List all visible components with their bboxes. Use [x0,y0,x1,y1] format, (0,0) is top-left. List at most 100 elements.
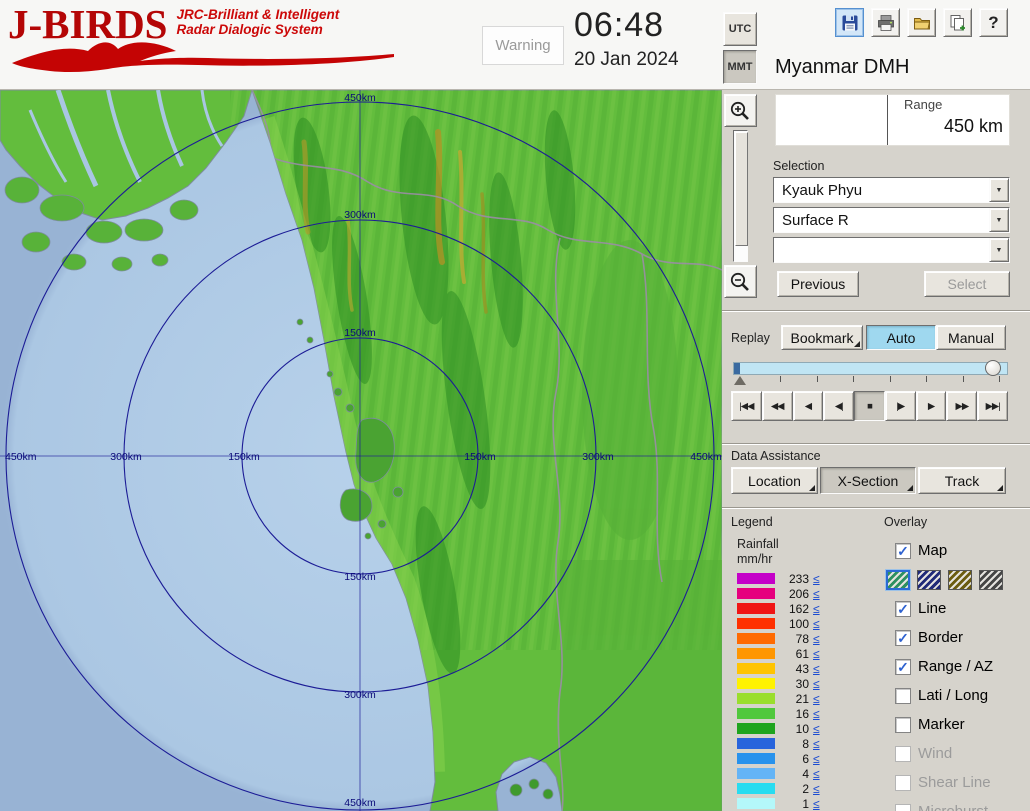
replay-timeline-slider[interactable] [733,362,1008,375]
legend-color-swatch [737,633,775,644]
map-style-swatch-0[interactable] [886,570,910,590]
svg-text:150km: 150km [228,451,260,463]
legend-leq-link[interactable]: ≤ [813,707,820,721]
svg-text:450km: 450km [344,797,376,809]
legend-leq-link[interactable]: ≤ [813,632,820,646]
transport-stop-button[interactable]: ■ [854,391,885,421]
transport-first-button[interactable]: |◀◀ [731,391,762,421]
replay-start-marker[interactable] [734,376,746,385]
track-button[interactable]: Track [918,467,1006,494]
location-button[interactable]: Location [731,467,818,494]
auto-button[interactable]: Auto [866,325,936,350]
zoom-out-button[interactable] [724,265,757,298]
range-az-checkbox[interactable]: ✓ [895,659,911,675]
warning-button[interactable]: Warning [482,26,564,65]
transport-step-back-button[interactable]: ◀| [823,391,854,421]
legend-leq-link[interactable]: ≤ [813,677,820,691]
line-checkbox[interactable]: ✓ [895,601,911,617]
legend-leq-link[interactable]: ≤ [813,767,820,781]
mmt-button[interactable]: MMT [723,50,757,84]
overlay-item-shear-line[interactable]: Shear Line [884,768,1030,797]
legend-color-swatch [737,663,775,674]
product-dropdown-button[interactable]: ▼ [989,208,1009,232]
legend-leq-link[interactable]: ≤ [813,692,820,706]
wind-checkbox[interactable] [895,746,911,762]
marker-checkbox[interactable] [895,717,911,733]
transport-fast-forward-button[interactable]: ▶▶ [946,391,977,421]
data-assistance-section: Data Assistance LocationX-SectionTrack [722,445,1030,507]
timeline-tick [890,376,891,382]
overlay-item-lati-long[interactable]: Lati / Long [884,681,1030,710]
select-button[interactable]: Select [924,271,1010,297]
save-button[interactable] [835,8,864,37]
map-style-swatch-1[interactable] [917,570,941,590]
option-dropdown-button[interactable]: ▼ [989,238,1009,262]
bookmark-button[interactable]: Bookmark [781,325,863,350]
legend-leq-link[interactable]: ≤ [813,647,820,661]
overlay-item-border[interactable]: ✓ Border [884,623,1030,652]
overlay-item-marker[interactable]: Marker [884,710,1030,739]
print-button[interactable] [871,8,900,37]
transport-step-forward-button[interactable]: |▶ [885,391,916,421]
replay-slider-thumb[interactable] [985,360,1001,376]
product-dropdown[interactable]: Surface R ▼ [773,207,1010,233]
map-checkbox[interactable]: ✓ [895,543,911,559]
shear-line-checkbox[interactable] [895,775,911,791]
legend-leq-link[interactable]: ≤ [813,752,820,766]
overlay-item-line[interactable]: ✓Line [884,594,1030,623]
overlay-label: Wind [918,745,952,762]
data-assistance-buttons: LocationX-SectionTrack [731,467,1008,494]
legend-leq-link[interactable]: ≤ [813,617,820,631]
previous-button[interactable]: Previous [777,271,859,297]
legend-leq-link[interactable]: ≤ [813,662,820,676]
jbirds-logo: J-BIRDS JRC-Brilliant & Intelligent Rada… [8,3,408,75]
legend-value: 206 [779,587,809,601]
zoom-slider[interactable] [733,130,748,262]
transport-last-button[interactable]: ▶▶| [977,391,1008,421]
overlay-item-range-az[interactable]: ✓ Range / AZ [884,652,1030,681]
zoom-slider-thumb[interactable] [735,132,748,246]
legend-leq-link[interactable]: ≤ [813,782,820,796]
overlay-item-wind[interactable]: Wind [884,739,1030,768]
legend-leq-link[interactable]: ≤ [813,797,820,811]
site-dropdown-button[interactable]: ▼ [989,178,1009,202]
option-dropdown[interactable]: ▼ [773,237,1010,263]
utc-button[interactable]: UTC [723,12,757,46]
map-style-swatch-3[interactable] [979,570,1003,590]
header: J-BIRDS JRC-Brilliant & Intelligent Rada… [0,0,1030,90]
transport-fast-rewind-button[interactable]: ◀◀ [762,391,793,421]
map-style-swatch-2[interactable] [948,570,972,590]
open-folder-button[interactable] [907,8,936,37]
copy-add-button[interactable] [943,8,972,37]
site-dropdown[interactable]: Kyauk Phyu ▼ [773,177,1010,203]
overlay-item-map[interactable]: ✓Map [884,536,1030,565]
overlay-label: Range / AZ [918,658,993,675]
legend-row: 6≤ [737,751,884,766]
legend-value: 10 [779,722,809,736]
lati-long-checkbox[interactable] [895,688,911,704]
legend-leq-link[interactable]: ≤ [813,722,820,736]
logo-subtitle-line2: Radar Dialogic System [176,22,322,37]
radar-map-area[interactable]: 450km300km150km150km300km450km450km300km… [0,90,722,811]
x-section-button[interactable]: X-Section [820,467,916,494]
zoom-in-button[interactable] [724,94,757,127]
overlay-label: Border [918,629,963,646]
legend-row: 16≤ [737,706,884,721]
svg-text:300km: 300km [582,451,614,463]
legend-row: 61≤ [737,646,884,661]
transport-reverse-play-button[interactable]: ◀ [793,391,824,421]
legend-leq-link[interactable]: ≤ [813,572,820,586]
overlay-item-microburst[interactable]: Microburst [884,797,1030,811]
microburst-checkbox[interactable] [895,804,911,811]
radar-map[interactable]: 450km300km150km150km300km450km450km300km… [0,90,722,811]
help-button[interactable]: ? [979,8,1008,37]
legend-leq-link[interactable]: ≤ [813,737,820,751]
legend-leq-link[interactable]: ≤ [813,602,820,616]
border-checkbox[interactable]: ✓ [895,630,911,646]
transport-play-button[interactable]: ▶ [916,391,947,421]
copy-add-icon [948,13,968,33]
logo-subtitle-line1: JRC-Brilliant & Intelligent [176,7,339,22]
legend-leq-link[interactable]: ≤ [813,587,820,601]
legend-color-swatch [737,693,775,704]
manual-button[interactable]: Manual [936,325,1006,350]
